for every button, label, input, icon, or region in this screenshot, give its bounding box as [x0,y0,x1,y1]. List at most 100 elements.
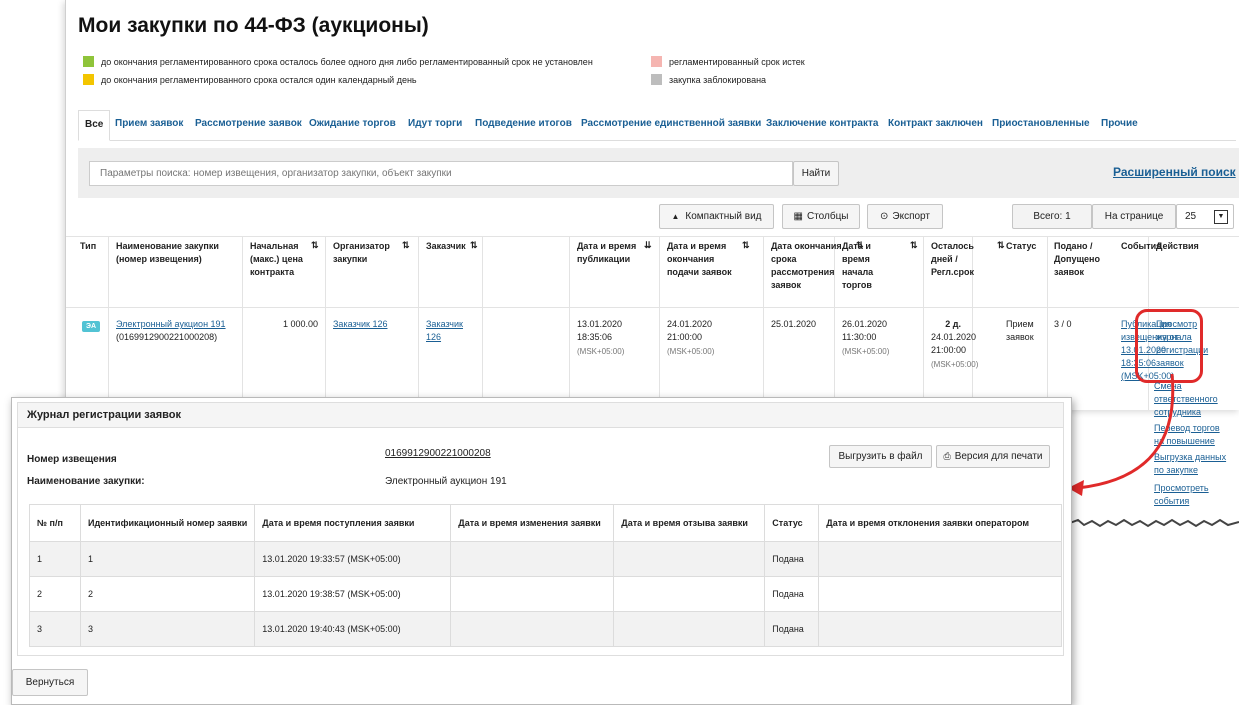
tab-accepting[interactable]: Прием заявок [115,110,183,140]
customer-link-2[interactable]: 126 [426,331,441,344]
export-file-button[interactable]: Выгрузить в файл [829,445,932,468]
col-header-type[interactable]: Тип [80,240,106,253]
purchases-page: Мои закупки по 44-ФЗ (аукционы) до оконч… [65,0,1239,410]
legend-swatch-pink [651,56,662,67]
back-button[interactable]: Вернуться [12,669,88,696]
status-text-2: заявок [1006,332,1034,342]
sort-icon[interactable]: ⇅ [742,240,750,251]
remaining-tz: (MSK+05:00) [931,360,979,369]
customer-link[interactable]: Заказчик [426,318,463,331]
col-header-submitted[interactable]: Подано / Допущено заявок [1054,240,1114,279]
notice-label: Номер извещения [27,454,117,465]
row-received: 13.01.2020 19:33:57 (MSK+05:00) [254,541,452,577]
per-page-select[interactable]: 25 ▼ [1176,204,1234,229]
purchase-name-link[interactable]: Электронный аукцион 191 [116,318,226,331]
start-tz: (MSK+05:00) [842,347,890,356]
row-changed [450,541,615,577]
tab-reviewing[interactable]: Рассмотрение заявок [195,110,302,140]
legend-swatch-green [83,56,94,67]
print-version-button[interactable]: ⎙ Версия для печати [936,445,1050,468]
col-header-name[interactable]: Наименование закупки (номер извещения) [116,240,234,266]
row-withdrawn [613,611,766,647]
tab-all[interactable]: Все [78,110,111,141]
purchase-notice-number: (0169912900221000208) [116,332,218,342]
tab-contracting[interactable]: Заключение контракта [766,110,878,140]
per-page-value: 25 [1185,211,1197,222]
table-row: 3 3 13.01.2020 19:40:43 (MSK+05:00) Пода… [29,611,1062,647]
pub-time: 18:35:06 [577,332,613,342]
tab-waiting-auction[interactable]: Ожидание торгов [309,110,396,140]
sort-icon[interactable]: ⇅ [311,240,319,251]
row-bid-id: 3 [79,611,256,647]
col-header-start-date[interactable]: Дата и время начала торгов [842,240,882,292]
col-header-status: Статус [764,504,820,542]
export-label: Экспорт [892,211,930,222]
col-header-received: Дата и время поступления заявки [254,504,452,542]
tab-single-bid[interactable]: Рассмотрение единственной заявки [581,110,761,140]
col-header-rejected: Дата и время отклонения заявки операторо… [818,504,1062,542]
torn-edge [1070,518,1239,528]
sort-icon[interactable]: ⇅ [910,240,918,251]
col-header-status[interactable]: Статус [1006,240,1046,253]
tab-auction-running[interactable]: Идут торги [408,110,462,140]
remaining-days: 2 д. [945,319,961,329]
tab-other[interactable]: Прочие [1101,110,1138,140]
type-badge: ЭА [82,321,100,332]
tab-contract-signed[interactable]: Контракт заключен [888,110,983,140]
tab-suspended[interactable]: Приостановленные [992,110,1090,140]
search-input[interactable] [89,161,793,186]
legend-text: регламентированный срок истек [669,56,805,67]
row-status: Подана [764,541,820,577]
registration-log-modal: Журнал регистрации заявок Номер извещени… [11,397,1072,705]
col-header-price[interactable]: Начальная (макс.) цена контракта [250,240,308,279]
per-page-label: На странице [1092,204,1176,229]
legend-text: закупка заблокирована [669,74,767,85]
purchase-name-value: Электронный аукцион 191 [385,476,507,487]
row-withdrawn [613,541,766,577]
col-divider [569,236,570,410]
col-header-pub-date[interactable]: Дата и время публикации [577,240,641,266]
submitted-count: 3 / 0 [1054,319,1072,329]
row-changed [450,611,615,647]
pub-date: 13.01.2020 [577,319,623,329]
col-divider [242,236,243,410]
col-divider [108,236,109,410]
search-bar: Найти Расширенный поиск [78,148,1239,198]
sort-icon[interactable]: ⇅ [997,240,1005,251]
col-divider [325,236,326,410]
search-button[interactable]: Найти [793,161,839,186]
tab-summarizing[interactable]: Подведение итогов [475,110,572,140]
sort-icon[interactable]: ⇅ [470,240,478,251]
col-header-number: № п/п [29,504,81,542]
row-received: 13.01.2020 19:38:57 (MSK+05:00) [254,576,452,612]
legend-text: до окончания регламентированного срока о… [101,74,417,85]
row-number: 3 [29,611,81,647]
col-divider [659,236,660,410]
col-header-organizer[interactable]: Организатор закупки [333,240,397,266]
modal-title: Журнал регистрации заявок [17,402,1064,428]
print-version-label: Версия для печати [954,451,1043,462]
remaining-date: 24.01.2020 [931,332,977,342]
row-rejected [818,541,1062,577]
export-button[interactable]: ⊙ Экспорт [867,204,943,229]
advanced-search-link[interactable]: Расширенный поиск [1113,165,1236,179]
col-divider [418,236,419,410]
table-row: 2 2 13.01.2020 19:38:57 (MSK+05:00) Пода… [29,576,1062,612]
remaining-time: 21:00:00 [931,345,967,355]
col-header-actions: Действия [1156,241,1199,251]
col-header-customer[interactable]: Заказчик [426,240,470,253]
col-header-review-date[interactable]: Дата окончания срока рассмотрения заявок [771,240,845,292]
sort-icon[interactable]: ⇅ [402,240,410,251]
col-header-remaining[interactable]: Осталось дней / Регл.срок [931,240,983,279]
organizer-link[interactable]: Заказчик 126 [333,318,387,331]
pub-tz: (MSK+05:00) [577,347,625,356]
notice-number-link[interactable]: 0169912900221000208 [385,448,491,459]
row-received: 13.01.2020 19:40:43 (MSK+05:00) [254,611,452,647]
export-icon: ⊙ [880,211,889,222]
col-header-end-date[interactable]: Дата и время окончания подачи заявок [667,240,735,279]
status-text: Прием [1006,319,1034,329]
columns-button[interactable]: ▦ Столбцы [782,204,860,229]
compact-view-button[interactable]: ▲ Компактный вид [659,204,774,229]
legend-swatch-grey [651,74,662,85]
sort-active-icon[interactable]: ⇊ [644,240,652,251]
